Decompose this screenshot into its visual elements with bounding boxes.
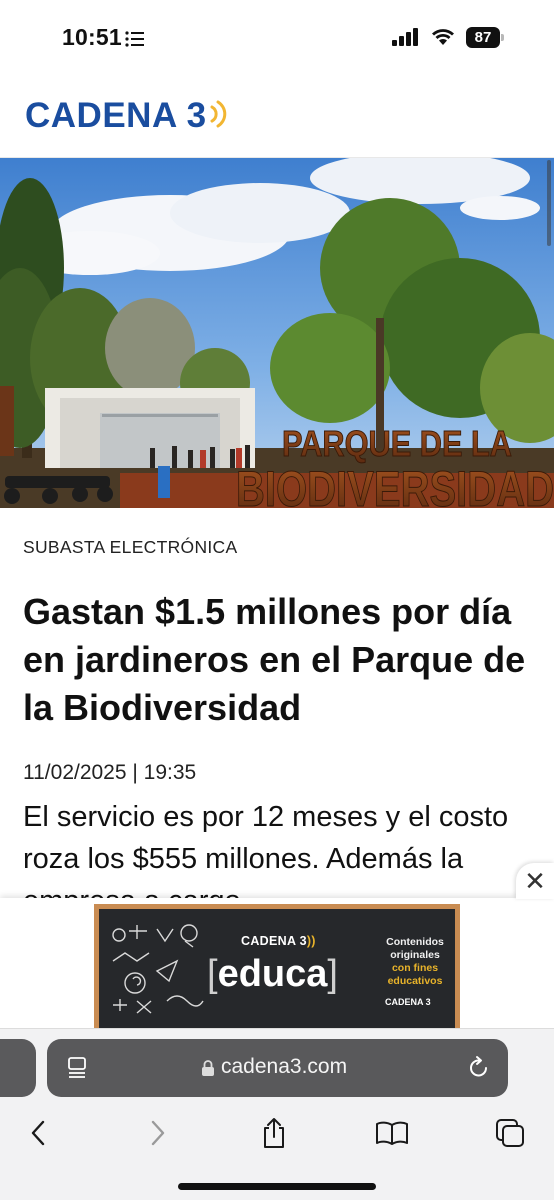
site-header: CADENA 3 [0,72,554,158]
article-date: 11/02/2025 | 19:35 [23,761,197,784]
reader-icon[interactable] [67,1056,87,1085]
back-icon [31,1120,45,1146]
page: 10:51 87 CADENA 3 PARQUE DE LA BIODIVERS… [0,0,554,1200]
hero-sign-line1: PARQUE DE LA [282,423,512,464]
article-category[interactable]: SUBASTA ELECTRÓNICA [23,537,237,558]
article-hero-image[interactable]: PARQUE DE LA BIODIVERSIDAD [0,158,554,508]
logo-text: CADENA 3 [25,96,207,135]
hero-sign-line2: BIODIVERSIDAD [236,461,554,508]
chalk-doodles-icon [112,924,204,1014]
back-button[interactable] [18,1113,58,1153]
browser-nav-row [0,1113,554,1153]
status-time: 10:51 [62,24,122,50]
status-bar: 10:51 87 [0,0,554,72]
tabs-button[interactable] [490,1113,530,1153]
battery-level: 87 [466,27,500,48]
browser-toolbar: cadena3.com [0,1028,554,1200]
home-indicator[interactable] [178,1183,376,1190]
forward-button[interactable] [138,1113,178,1153]
bookmarks-icon [376,1121,408,1145]
share-button[interactable] [254,1113,294,1153]
address-bar[interactable]: cadena3.com [47,1039,508,1097]
ad-close-button[interactable]: ✕ [516,863,554,899]
wifi-icon [430,26,456,51]
article-headline: Gastan $1.5 millones por día en jardiner… [23,591,526,728]
ad-small-brand: CADENA 3 [385,997,431,1007]
url-text[interactable]: cadena3.com [221,1055,347,1079]
battery-cap [501,34,504,41]
cellular-signal-icon [392,28,420,51]
ad-tagline: Contenidos originales con fines educativ… [386,936,444,987]
close-icon: ✕ [524,865,546,896]
ad-chalkboard[interactable]: CADENA 3)) [educa] Contenidos originales… [94,904,460,1028]
radio-waves-icon [209,98,227,135]
previous-tab-preview[interactable] [0,1039,36,1097]
forward-icon [151,1120,165,1146]
lock-icon [201,1059,215,1082]
share-icon [264,1118,284,1148]
ad-brand: CADENA 3)) [241,934,316,948]
site-logo[interactable]: CADENA 3 [25,96,227,136]
focus-mode-icon [125,31,145,47]
battery-indicator: 87 [466,27,504,48]
page-scrollbar[interactable] [547,160,551,246]
bookmarks-button[interactable] [372,1113,412,1153]
reload-icon[interactable] [468,1055,490,1084]
tabs-icon [496,1119,524,1147]
ad-headline: [educa] [207,953,338,995]
